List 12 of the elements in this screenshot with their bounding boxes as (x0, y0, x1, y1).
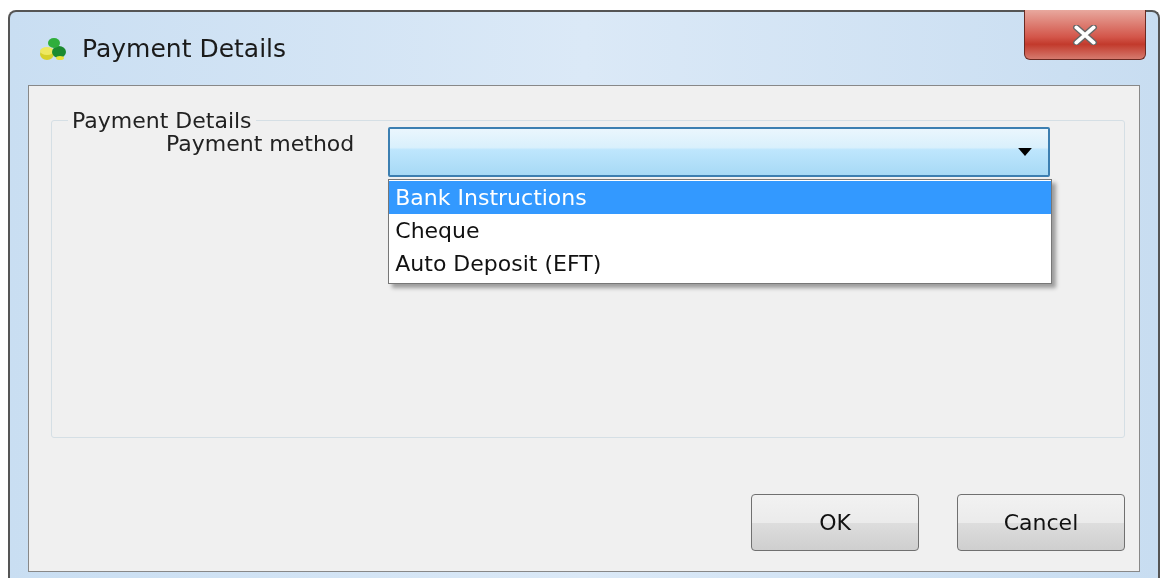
group-title: Payment Details (71, 108, 253, 133)
dropdown-option[interactable]: Auto Deposit (EFT) (389, 247, 1052, 280)
close-button[interactable] (1024, 10, 1146, 60)
close-icon (1072, 24, 1098, 45)
caret-icon (1018, 148, 1033, 156)
coins-icon (38, 35, 68, 62)
cancel-button[interactable]: Cancel (957, 494, 1125, 551)
window-title: Payment Details (82, 34, 287, 63)
dropdown-option[interactable]: Cheque (389, 214, 1052, 247)
payment-method-dropdown[interactable] (388, 127, 1051, 177)
field-label: Payment method (166, 131, 355, 156)
ok-button[interactable]: OK (751, 494, 919, 551)
